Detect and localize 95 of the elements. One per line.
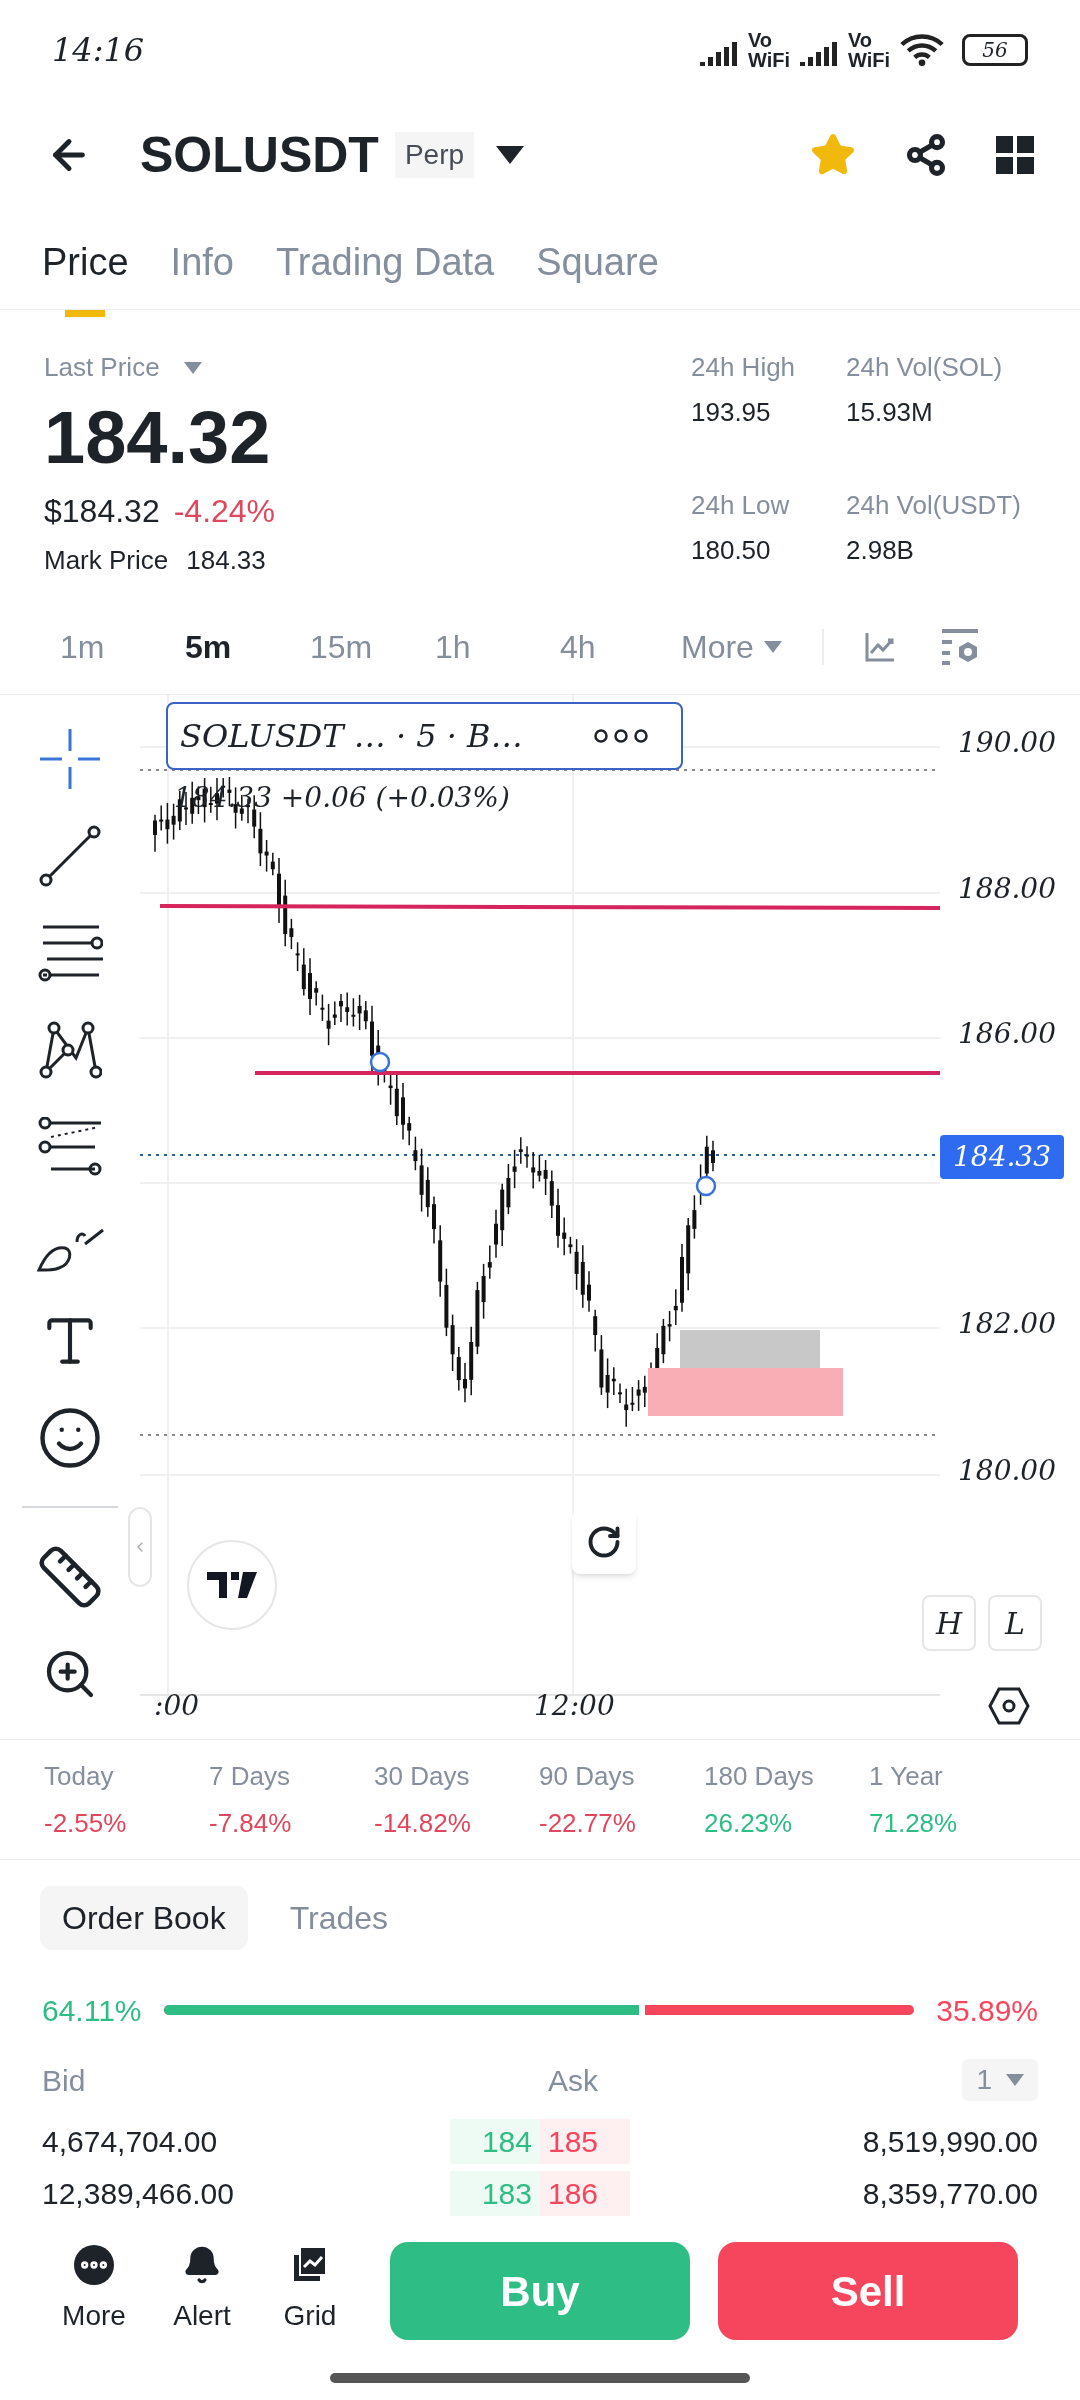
stat-value: 2.98B [846,534,915,567]
caret-icon [763,641,782,653]
period-label: 7 Days [209,1759,291,1793]
ask-quantity: 8,359,770.00 [861,2175,1038,2212]
period-change: -2.55% [44,1806,128,1840]
status-time: 14:16 [52,30,145,71]
period-label: 90 Days [539,1759,636,1793]
interval-tab[interactable]: 5m [161,623,286,671]
trend-line-icon[interactable] [38,823,102,888]
tab[interactable]: Square [536,210,659,321]
bid-header: Bid [42,2062,87,2099]
order-book-tab[interactable]: Trades [267,1885,411,1950]
high-low-button[interactable]: L [988,1595,1042,1651]
reset-button[interactable] [572,1510,636,1574]
interval-tab[interactable]: 15m [286,623,411,671]
bid-quantity: 12,389,466.00 [42,2175,235,2212]
ask-quantity: 8,519,990.00 [861,2123,1038,2160]
period-label: Today [44,1759,115,1793]
time-axis-label: 12:00 [534,1688,615,1724]
price-axis-label: 186.00 [958,1016,1056,1052]
tab[interactable]: Trading Data [275,210,495,321]
price-axis-label: 180.00 [958,1453,1056,1489]
tab[interactable]: Price [42,210,129,321]
fib-tool-icon[interactable] [37,1116,103,1177]
ask-price: 186 [540,2170,630,2216]
tab[interactable]: Info [170,210,234,321]
last-price: 184.32 [44,395,272,481]
chart-indicator-icon[interactable] [863,631,896,663]
ask-ratio: 35.89% [936,1992,1038,2029]
high-low-button[interactable]: H [922,1595,976,1651]
network-label: Vo WiFi [847,30,890,70]
period-change: 26.23% [704,1806,794,1840]
time-axis-label: :00 [154,1688,200,1724]
more-icon [74,2245,114,2285]
bid-price: 183 [450,2170,540,2216]
sell-button[interactable]: Sell [718,2242,1018,2340]
stat-label: 24h Vol(USDT) [846,489,1022,522]
stat-value: 193.95 [691,396,772,429]
bottom-action[interactable]: Alert [148,2245,256,2337]
chart-legend[interactable]: SOLUSDT … · 5 · B… [166,702,683,770]
period-change: -22.77% [539,1806,637,1840]
price-axis-label: 188.00 [958,871,1056,907]
bottom-action[interactable]: More [40,2245,148,2337]
caret-icon [1006,2074,1024,2086]
period-label: 1 Year [869,1759,944,1793]
mark-price-label: Mark Price [44,544,169,577]
interval-tab[interactable]: 1m [36,623,161,671]
bell-icon [182,2245,222,2285]
ask-header: Ask [548,2062,599,2099]
home-indicator[interactable] [330,2372,750,2383]
share-icon[interactable] [904,133,948,177]
bid-quantity: 4,674,704.00 [42,2123,219,2160]
bottom-action[interactable]: Grid [256,2245,364,2337]
perp-badge: Perp [394,132,475,178]
stat-label: 24h Low [691,489,791,522]
order-book-tab[interactable]: Order Book [40,1885,248,1950]
stat-value: 180.50 [691,534,772,567]
caret-icon[interactable] [496,146,525,164]
reset-icon [586,1524,622,1560]
price-type-label[interactable]: Last Price [44,348,160,387]
network-label: Vo WiFi [747,30,790,70]
ask-price: 185 [540,2118,630,2164]
collapse-handle[interactable] [128,1507,152,1587]
stat-label: 24h High [691,351,797,384]
settings-icon[interactable] [988,1687,1030,1725]
usd-price: $184.32 [44,492,160,531]
period-label: 180 Days [704,1759,815,1793]
more-icon[interactable] [593,728,649,744]
price-axis-label: 190.00 [958,725,1056,761]
period-label: 30 Days [374,1759,471,1793]
price-axis-label: 182.00 [958,1306,1056,1342]
anchor-point[interactable] [369,1051,391,1073]
stat-label: 24h Vol(SOL) [846,351,1004,384]
price-change: -4.24% [173,492,276,531]
precision-dropdown[interactable]: 1 [962,2059,1038,2101]
buy-button[interactable]: Buy [390,2242,690,2340]
crosshair-icon[interactable] [38,726,102,791]
interval-tab[interactable]: 1h [411,623,536,671]
symbol-title[interactable]: SOLUSDT [140,117,379,193]
stat-value: 15.93M [846,396,934,429]
grid-icon[interactable] [996,136,1034,174]
mark-price-value: 184.33 [186,544,266,577]
chart-settings-icon[interactable] [939,628,980,666]
pattern-icon[interactable] [38,1019,102,1080]
interval-tab[interactable]: 4h [536,623,661,671]
period-change: -14.82% [374,1806,472,1840]
horizontal-line[interactable] [160,904,940,910]
current-price-label: 184.33 [940,1135,1064,1179]
period-change: 71.28% [869,1806,959,1840]
battery-icon: 56 [962,34,1028,66]
bid-price: 184 [450,2118,540,2164]
more-intervals-button[interactable]: More [681,623,782,671]
wifi-icon [900,33,944,67]
period-change: -7.84% [209,1806,293,1840]
bid-ratio: 64.11% [42,1992,142,2029]
